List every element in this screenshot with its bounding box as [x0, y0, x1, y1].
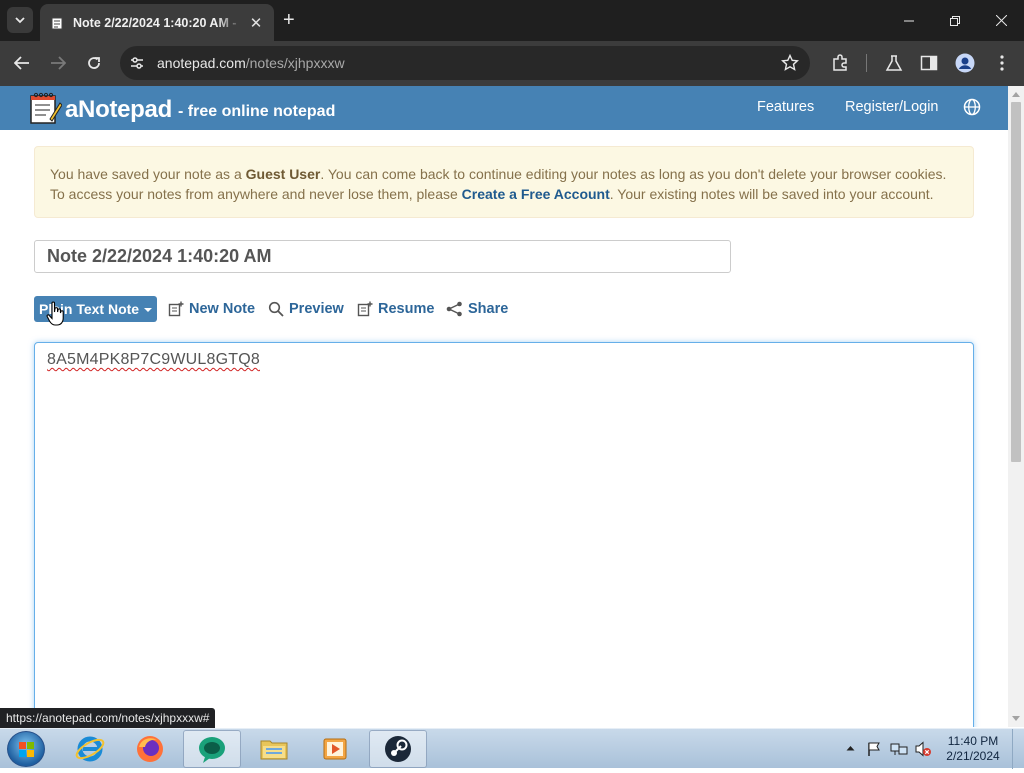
clock-date: 2/21/2024 [946, 749, 1000, 763]
page-viewport: aNotepad - free online notepad Features … [0, 86, 1008, 727]
scroll-up-arrow-icon[interactable] [1012, 92, 1020, 97]
share-label: Share [468, 301, 509, 317]
site-header: aNotepad - free online notepad Features … [0, 86, 1008, 130]
tab-strip: Note 2/22/2024 1:40:20 AM - ✕ + [0, 0, 1024, 41]
internet-explorer-icon[interactable] [61, 730, 119, 768]
site-settings-icon[interactable] [129, 55, 145, 71]
back-arrow-icon[interactable] [11, 52, 33, 74]
window-controls [886, 0, 1024, 41]
nav-register-login-link[interactable]: Register/Login [845, 99, 939, 115]
resume-note-icon [357, 301, 373, 317]
start-button-windows-icon[interactable] [7, 731, 45, 767]
share-button[interactable]: Share [446, 299, 508, 319]
reload-icon[interactable] [83, 52, 105, 74]
show-hidden-icons-icon[interactable] [846, 745, 855, 751]
preview-button[interactable]: Preview [268, 299, 344, 319]
create-account-link[interactable]: Create a Free Account [462, 186, 610, 202]
alert-text-3: . Your existing notes will be saved into… [609, 186, 934, 202]
media-player-icon[interactable] [306, 730, 364, 768]
resume-button[interactable]: Resume [357, 299, 434, 319]
note-content-text: 8A5M4PK8P7C9WUL8GTQ8 [47, 351, 260, 368]
share-icon [446, 301, 462, 317]
notepad-favicon-icon [50, 16, 64, 30]
show-desktop-button[interactable] [1012, 729, 1024, 769]
link-status-bubble: https://anotepad.com/notes/xjhpxxxw# [0, 708, 216, 728]
preview-label: Preview [289, 301, 344, 317]
clock-time: 11:40 PM [947, 734, 999, 748]
volume-muted-icon[interactable] [914, 741, 932, 757]
close-tab-icon[interactable]: ✕ [248, 14, 264, 32]
note-content-textarea[interactable]: 8A5M4PK8P7C9WUL8GTQ8 [34, 342, 974, 727]
language-globe-icon[interactable] [963, 98, 981, 116]
alert-text-1: You have saved your note as a [50, 166, 246, 182]
guest-user-alert: You have saved your note as a Guest User… [34, 146, 974, 218]
url-text: anotepad.com/notes/xjhpxxxw [157, 55, 345, 71]
new-tab-icon[interactable]: + [283, 10, 295, 30]
minimize-icon[interactable] [886, 0, 932, 41]
firefox-icon[interactable] [121, 730, 179, 768]
address-bar[interactable]: anotepad.com/notes/xjhpxxxw [120, 46, 810, 80]
new-note-icon [168, 301, 184, 317]
url-path: /notes/xjhpxxxw [245, 55, 345, 71]
action-center-flag-icon[interactable] [866, 741, 882, 757]
system-clock[interactable]: 11:40 PM 2/21/2024 [938, 734, 1008, 764]
profile-avatar-icon[interactable] [955, 53, 975, 73]
browser-tab-active[interactable]: Note 2/22/2024 1:40:20 AM - ✕ [40, 4, 274, 41]
new-note-button[interactable]: New Note [168, 299, 255, 319]
restore-icon[interactable] [932, 0, 978, 41]
bookmark-star-icon[interactable] [781, 54, 799, 72]
tab-search-button[interactable] [7, 7, 33, 33]
hand-cursor-icon [46, 301, 64, 326]
extensions-puzzle-icon[interactable] [830, 53, 850, 73]
url-domain: anotepad.com [157, 55, 246, 71]
network-icon[interactable] [890, 741, 908, 757]
alert-guest-user: Guest User [245, 166, 321, 182]
menu-kebab-icon[interactable] [992, 53, 1012, 73]
nav-features-link[interactable]: Features [757, 99, 814, 115]
tab-title: Note 2/22/2024 1:40:20 AM - [73, 15, 237, 30]
messenger-app-icon[interactable] [183, 730, 241, 768]
site-logo-text[interactable]: aNotepad [65, 96, 172, 124]
new-note-label: New Note [189, 301, 256, 317]
chevron-down-icon [15, 16, 25, 23]
caret-down-icon [144, 308, 153, 313]
forward-arrow-icon[interactable] [47, 52, 69, 74]
scroll-down-arrow-icon[interactable] [1012, 716, 1020, 721]
scroll-thumb[interactable] [1011, 102, 1021, 462]
notepad-logo-icon[interactable] [28, 91, 62, 125]
page-scrollbar[interactable] [1008, 86, 1024, 727]
resume-label: Resume [378, 301, 435, 317]
site-tagline: - free online notepad [178, 103, 336, 120]
windows-taskbar: 11:40 PM 2/21/2024 [0, 728, 1024, 769]
labs-flask-icon[interactable] [884, 53, 904, 73]
magnifier-icon [268, 301, 284, 317]
close-window-icon[interactable] [978, 0, 1024, 41]
side-panel-icon[interactable] [919, 53, 939, 73]
browser-toolbar: anotepad.com/notes/xjhpxxxw [0, 41, 1024, 86]
steam-icon[interactable] [369, 730, 427, 768]
toolbar-divider [866, 54, 867, 72]
file-explorer-folder-icon[interactable] [245, 730, 303, 768]
note-title-input[interactable] [34, 240, 731, 273]
